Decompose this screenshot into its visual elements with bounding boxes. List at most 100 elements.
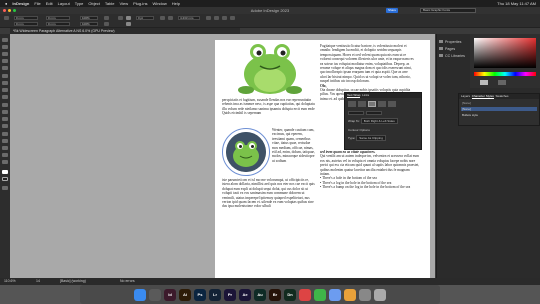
menu-item-plugins[interactable]: Plug-ins [133, 1, 147, 6]
menu-item-window[interactable]: Window [153, 1, 167, 6]
wrap-icon[interactable] [222, 16, 227, 20]
y-position-field[interactable]: 0 mm [14, 22, 38, 26]
page-number[interactable]: 14 [36, 279, 40, 283]
tab-swatches[interactable]: Swatches [496, 94, 509, 98]
color-field[interactable] [474, 38, 536, 68]
dock-app-icon[interactable]: Ae [239, 288, 251, 301]
text-frame-right-bottom[interactable]: sed irem quam ea as vitate oquaiores. Qu… [320, 150, 420, 240]
gradient-tool-icon[interactable] [2, 132, 8, 136]
style-row-bullets[interactable]: Bullets style [462, 113, 478, 117]
corner-size-field[interactable]: 4.233 mm [178, 16, 200, 20]
scale-x-field[interactable]: 100% [80, 16, 98, 20]
fill-swatch-icon[interactable] [2, 170, 8, 174]
no-wrap-button[interactable] [348, 101, 356, 107]
dock-app-icon[interactable] [149, 288, 161, 301]
bounding-box-wrap-button[interactable] [358, 101, 366, 107]
dock-app-icon[interactable]: Ai [179, 288, 191, 301]
gap-tool-icon[interactable] [2, 59, 8, 63]
zoom-level[interactable]: 110.6% [4, 279, 16, 283]
dock-app-icon[interactable]: Id [164, 288, 176, 301]
dock-app-icon[interactable] [329, 288, 341, 301]
color-panel[interactable] [470, 34, 540, 88]
stroke-weight-field[interactable]: 0 pt [136, 16, 154, 20]
menu-item-type[interactable]: Type [75, 1, 84, 6]
frog-image-top[interactable] [222, 40, 314, 96]
x-position-field[interactable]: 0 mm [14, 16, 38, 20]
text-frame-left-wrap[interactable]: Wenter, quande custiam cum, excimus, qui… [272, 128, 315, 178]
dock-app-icon[interactable]: Pr [224, 288, 236, 301]
scissors-tool-icon[interactable] [2, 117, 8, 121]
menu-item-layout[interactable]: Layout [58, 1, 70, 6]
bottom-offset-field[interactable] [366, 111, 382, 115]
frog-image-circle[interactable] [226, 132, 266, 172]
content-collector-tool-icon[interactable] [2, 66, 8, 70]
selection-tool-icon[interactable] [2, 38, 8, 42]
preflight-status[interactable]: No errors [120, 279, 135, 283]
dock-app-icon[interactable] [299, 288, 311, 301]
rectangle-frame-tool-icon[interactable] [2, 103, 8, 107]
dock-app-icon[interactable]: Br [269, 288, 281, 301]
menu-item-edit[interactable]: Edit [46, 1, 53, 6]
style-row-none[interactable]: [None] [461, 107, 537, 111]
flip-icon[interactable] [118, 16, 123, 20]
rectangle-tool-icon[interactable] [2, 110, 8, 114]
menu-item-object[interactable]: Object [88, 1, 100, 6]
tab-text-wrap[interactable]: Text Wrap [347, 93, 361, 98]
menu-item-view[interactable]: View [119, 1, 128, 6]
jump-object-wrap-button[interactable] [378, 101, 386, 107]
align-icon[interactable] [230, 16, 235, 20]
tab-character-styles[interactable]: Character Styles [471, 94, 494, 99]
menu-item-help[interactable]: Help [172, 1, 180, 6]
hue-slider[interactable] [474, 72, 536, 76]
stroke-swatch-icon[interactable] [2, 177, 8, 181]
free-transform-tool-icon[interactable] [2, 124, 8, 128]
dock-app-icon[interactable]: Au [254, 288, 266, 301]
screen-mode-icon[interactable] [2, 186, 8, 190]
pencil-tool-icon[interactable] [2, 95, 8, 99]
fit-frame-icon[interactable] [214, 16, 219, 20]
menu-item-table[interactable]: Table [105, 1, 115, 6]
dock-item-cc-libraries[interactable]: CC Libraries [439, 54, 465, 58]
scale-y-field[interactable]: 100% [80, 22, 98, 26]
shear-icon[interactable] [104, 22, 109, 26]
working-style[interactable]: [Basic] (working) [60, 279, 86, 283]
dock-item-properties[interactable]: Properties [439, 40, 461, 44]
dock-app-icon[interactable]: Dn [284, 288, 296, 301]
eyedropper-tool-icon[interactable] [2, 146, 8, 150]
tab-layers[interactable]: Layers [461, 94, 470, 98]
wrap-to-select[interactable]: Both Right & Left Sides [360, 118, 398, 124]
workspace-switcher[interactable]: Basic Graphic Fonts [420, 8, 476, 13]
jump-next-column-button[interactable] [388, 101, 396, 107]
note-tool-icon[interactable] [2, 139, 8, 143]
dock-app-icon[interactable] [314, 288, 326, 301]
share-button[interactable]: Share [386, 8, 398, 13]
zoom-tool-icon[interactable] [2, 160, 8, 164]
fitting-icon[interactable] [206, 16, 211, 20]
text-frame-left-top[interactable]: perspiciatis et fugitium, susande llenda… [222, 98, 315, 128]
dock-app-icon[interactable] [359, 288, 371, 301]
height-field[interactable]: 0 mm [46, 22, 70, 26]
dock-app-icon[interactable] [374, 288, 386, 301]
dock-app-icon[interactable] [344, 288, 356, 301]
rotate-icon[interactable] [104, 16, 109, 20]
page-tool-icon[interactable] [2, 52, 8, 56]
top-offset-field[interactable] [348, 111, 364, 115]
object-shape-wrap-button[interactable] [368, 101, 376, 107]
effects-icon[interactable] [160, 16, 165, 20]
type-tool-icon[interactable] [2, 74, 8, 78]
dock-app-icon[interactable] [134, 288, 146, 301]
stroke-icon[interactable] [126, 22, 131, 26]
pen-tool-icon[interactable] [2, 88, 8, 92]
direct-selection-tool-icon[interactable] [2, 45, 8, 49]
tab-links[interactable]: Links [362, 93, 369, 97]
hand-tool-icon[interactable] [2, 153, 8, 157]
reference-point-icon[interactable] [4, 16, 9, 20]
width-field[interactable]: 0 mm [46, 16, 70, 20]
line-tool-icon[interactable] [2, 81, 8, 85]
apple-menu-icon[interactable]: ● [5, 1, 7, 6]
contour-type-select[interactable]: Same As Clipping [356, 135, 386, 141]
dock-app-icon[interactable]: Ps [194, 288, 206, 301]
text-frame-left-bottom[interactable]: iste parumteti om et isl mo me volorumqu… [222, 178, 315, 248]
dock-item-pages[interactable]: Pages [439, 47, 455, 51]
corner-icon[interactable] [168, 16, 173, 20]
